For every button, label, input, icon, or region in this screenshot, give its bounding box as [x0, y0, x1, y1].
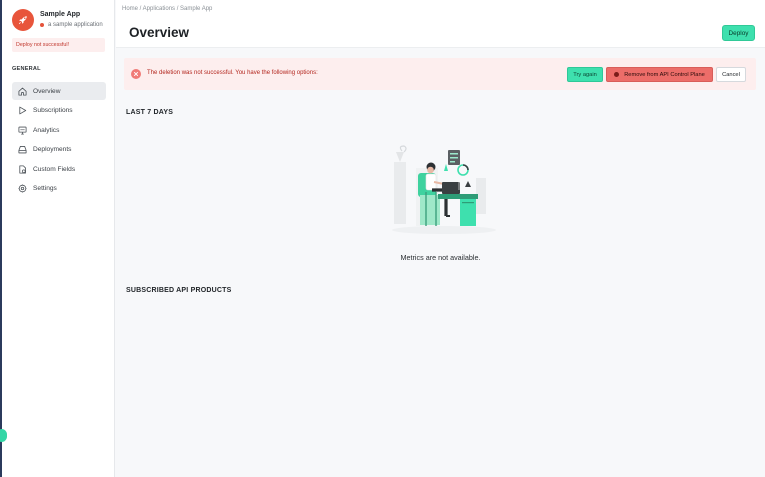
gear-icon: [17, 184, 27, 194]
empty-metrics-illustration: [386, 140, 501, 240]
sidebar-item-label: Custom Fields: [33, 165, 76, 173]
sidebar-item-settings[interactable]: Settings: [12, 180, 106, 198]
metrics-unavailable-message: Metrics are not available.: [400, 253, 481, 262]
sidebar-item-custom-fields[interactable]: Custom Fields: [12, 160, 106, 178]
page-title: Overview: [129, 25, 190, 40]
sidebar: Sample App a sample application Deploy n…: [2, 0, 115, 477]
deploy-button[interactable]: Deploy: [722, 25, 755, 41]
sidebar-item-overview[interactable]: Overview: [12, 82, 106, 100]
sidebar-item-analytics[interactable]: Analytics: [12, 121, 106, 139]
error-banner: The deletion was not successful. You hav…: [124, 58, 756, 90]
drive-icon: [17, 145, 27, 155]
main-content: Home / Applications / Sample App Overvie…: [116, 0, 765, 477]
document-icon: [17, 164, 27, 174]
sidebar-section-label: GENERAL: [12, 66, 41, 72]
app-subtitle: a sample application: [40, 22, 103, 28]
error-message: The deletion was not successful. You hav…: [147, 70, 318, 76]
sidebar-item-label: Analytics: [33, 126, 60, 134]
sidebar-item-label: Overview: [33, 87, 61, 95]
try-again-button[interactable]: Try again: [567, 67, 603, 82]
danger-dot-icon: [614, 72, 620, 77]
cancel-button[interactable]: Cancel: [716, 67, 746, 82]
rocket-icon: [12, 9, 34, 31]
remove-button-label: Remove from API Control Plane: [624, 71, 705, 78]
section-title-last-7-days: LAST 7 DAYS: [126, 109, 174, 116]
breadcrumb[interactable]: Home / Applications / Sample App: [122, 6, 212, 12]
remove-from-control-plane-button[interactable]: Remove from API Control Plane: [606, 67, 713, 82]
error-close-circle-icon: [131, 69, 141, 79]
app-texts: Sample App a sample application: [40, 11, 103, 28]
deploy-status-alert: Deploy not successful!: [12, 38, 105, 52]
section-title-subscribed-api-products: SUBSCRIBED API PRODUCTS: [126, 287, 232, 294]
sidebar-item-deployments[interactable]: Deployments: [12, 141, 106, 159]
sidebar-item-label: Settings: [33, 185, 57, 193]
sidebar-item-label: Subscriptions: [33, 107, 73, 115]
sidebar-nav: Overview Subscriptions Analytics Deploym…: [12, 82, 106, 200]
sidebar-item-label: Deployments: [33, 146, 72, 154]
page-header: Home / Applications / Sample App Overvie…: [116, 0, 765, 48]
app-header: Sample App a sample application: [12, 9, 103, 31]
home-icon: [17, 86, 27, 96]
sidebar-item-subscriptions[interactable]: Subscriptions: [12, 102, 106, 120]
app-description: a sample application: [48, 22, 103, 28]
monitor-icon: [17, 125, 27, 135]
status-dot-icon: [40, 23, 44, 27]
play-icon: [17, 106, 27, 116]
app-name: Sample App: [40, 11, 81, 18]
